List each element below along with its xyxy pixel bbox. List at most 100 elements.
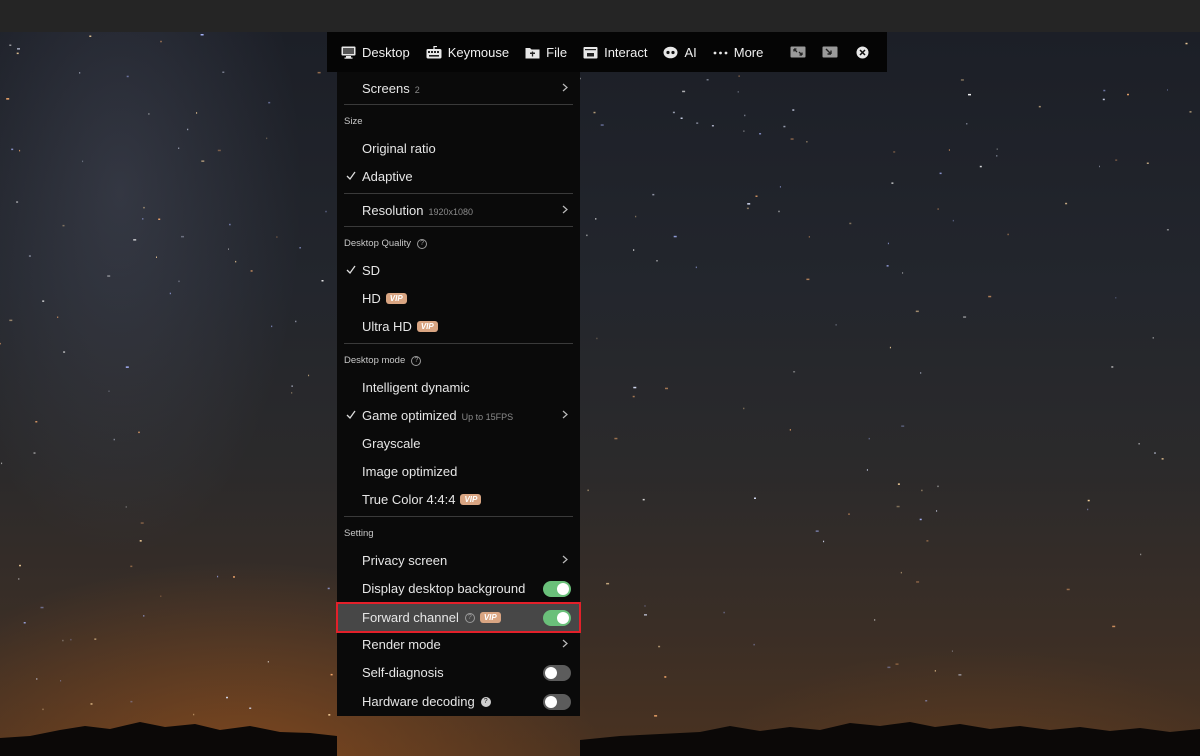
star — [789, 429, 791, 431]
star — [196, 112, 198, 114]
star — [228, 248, 229, 250]
star — [996, 155, 998, 157]
star — [200, 34, 204, 36]
exit-fullscreen-icon — [822, 46, 838, 58]
help-icon[interactable]: ? — [411, 355, 422, 366]
sd-label: SD — [362, 263, 381, 278]
star — [587, 489, 589, 492]
menu-item-render-mode[interactable]: Render mode — [337, 630, 580, 658]
menu-item-forward-channel[interactable]: Forward channel ? VIP — [336, 602, 581, 633]
minimize-window-button[interactable] — [785, 32, 811, 72]
exit-fullscreen-button[interactable] — [817, 32, 843, 72]
star — [849, 222, 852, 225]
toolbar-interact-button[interactable]: Interact — [583, 32, 647, 72]
adaptive-label: Adaptive — [362, 169, 413, 184]
star — [921, 489, 923, 492]
star — [948, 149, 950, 151]
menu-item-ultra-hd[interactable]: Ultra HD VIP — [337, 312, 580, 340]
hardware-decoding-toggle[interactable] — [543, 694, 571, 710]
star — [28, 255, 31, 257]
resolution-label-group: Resolution 1920x1080 — [362, 203, 473, 218]
screens-count: 2 — [414, 84, 420, 95]
star — [1161, 458, 1164, 460]
menu-item-resolution[interactable]: Resolution 1920x1080 — [337, 196, 580, 224]
star — [126, 75, 129, 78]
star — [169, 292, 171, 295]
toggle-knob — [557, 612, 569, 624]
menu-item-true-color[interactable]: True Color 4:4:4 VIP — [337, 485, 580, 513]
star — [886, 265, 889, 267]
toolbar-file-button[interactable]: File — [525, 32, 567, 72]
menu-item-hd[interactable]: HD VIP — [337, 284, 580, 312]
image-optimized-label: Image optimized — [362, 464, 458, 479]
display-background-toggle[interactable] — [543, 581, 571, 597]
hardware-decoding-label-group: Hardware decoding ? — [362, 694, 491, 709]
star — [1, 462, 3, 465]
star — [16, 52, 19, 55]
self-diagnosis-toggle[interactable] — [543, 665, 571, 681]
toolbar-desktop-label: Desktop — [362, 44, 410, 60]
forward-channel-label-group: Forward channel ? VIP — [362, 610, 501, 625]
section-title-size: Size — [344, 116, 362, 127]
star — [595, 218, 597, 220]
star — [743, 130, 745, 132]
star — [113, 438, 115, 441]
star — [143, 615, 145, 617]
star — [737, 91, 739, 93]
menu-item-intelligent-dynamic[interactable]: Intelligent dynamic — [337, 373, 580, 401]
toolbar-more-button[interactable]: More — [713, 32, 763, 72]
toolbar-desktop-button[interactable]: Desktop — [341, 32, 410, 72]
display-background-label: Display desktop background — [362, 581, 526, 596]
forward-channel-label: Forward channel — [362, 610, 459, 625]
star — [70, 638, 72, 641]
star — [746, 207, 749, 210]
close-button[interactable] — [849, 32, 875, 72]
toolbar-ai-button[interactable]: AI — [663, 32, 697, 72]
star — [644, 614, 647, 616]
menu-item-self-diagnosis[interactable]: Self-diagnosis — [337, 658, 580, 686]
star — [596, 337, 598, 340]
original-ratio-label: Original ratio — [362, 141, 436, 156]
star — [1140, 553, 1142, 556]
chevron-right-icon — [562, 83, 568, 92]
game-optimized-label: Game optimized — [362, 408, 457, 423]
menu-item-original-ratio[interactable]: Original ratio — [337, 134, 580, 162]
true-color-label-group: True Color 4:4:4 VIP — [362, 492, 482, 507]
menu-item-display-desktop-background[interactable]: Display desktop background — [337, 574, 580, 602]
star — [1099, 165, 1100, 168]
help-icon[interactable]: ? — [464, 612, 475, 623]
menu-item-game-optimized[interactable]: Game optimized Up to 15FPS — [337, 401, 580, 429]
star — [11, 148, 14, 151]
menu-item-privacy-screen[interactable]: Privacy screen — [337, 546, 580, 574]
star — [1112, 625, 1116, 628]
star — [960, 79, 964, 81]
chevron-right-icon — [562, 410, 568, 419]
quality-title-text: Desktop Quality — [344, 238, 412, 249]
star — [140, 522, 144, 524]
toolbar-keymouse-label: Keymouse — [447, 44, 510, 60]
forward-channel-toggle[interactable] — [543, 610, 571, 626]
star — [201, 160, 205, 162]
star — [82, 160, 84, 163]
star — [233, 576, 235, 578]
checkmark-icon — [346, 265, 356, 275]
star — [963, 316, 967, 318]
menu-item-sd[interactable]: SD — [337, 256, 580, 284]
menu-divider — [344, 193, 573, 194]
star — [754, 497, 756, 499]
star — [217, 575, 219, 578]
toolbar-file-label: File — [546, 44, 568, 60]
more-dots-icon — [713, 51, 728, 54]
star — [1038, 105, 1041, 108]
menu-item-grayscale[interactable]: Grayscale — [337, 429, 580, 457]
help-icon[interactable]: ? — [480, 696, 491, 707]
menu-item-image-optimized[interactable]: Image optimized — [337, 457, 580, 485]
star — [321, 280, 324, 282]
star — [968, 93, 971, 96]
toolbar-keymouse-button[interactable]: Keymouse — [426, 32, 509, 72]
star — [9, 319, 13, 322]
menu-item-screens[interactable]: Screens 2 — [337, 74, 580, 102]
menu-item-hardware-decoding[interactable]: Hardware decoding ? — [337, 687, 580, 715]
help-icon[interactable]: ? — [417, 238, 428, 249]
menu-item-adaptive[interactable]: Adaptive — [337, 162, 580, 190]
